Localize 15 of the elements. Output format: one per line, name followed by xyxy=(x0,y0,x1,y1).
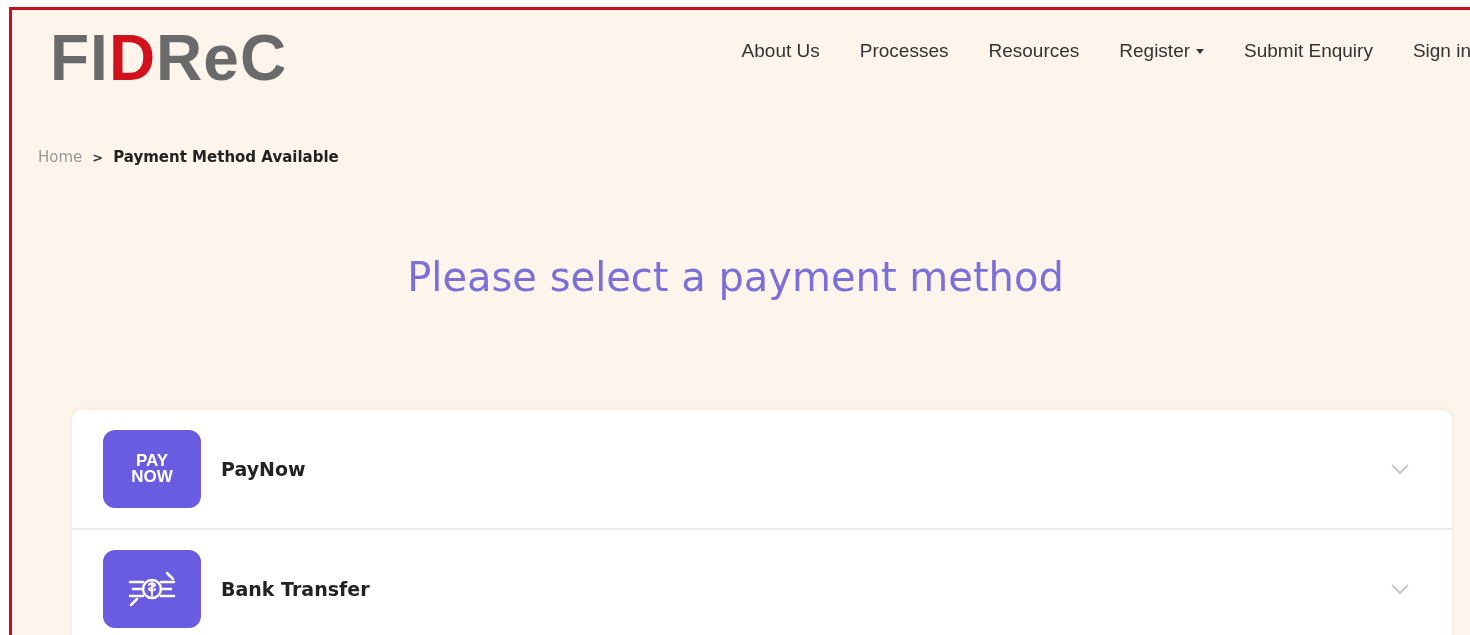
nav-link[interactable]: Sign in xyxy=(1412,40,1470,62)
payment-method-row[interactable]: PAY NOW PayNow xyxy=(72,410,1452,530)
breadcrumb-separator: > xyxy=(92,149,104,165)
nav-link[interactable]: Register xyxy=(1119,40,1205,62)
page-heading: Please select a payment method xyxy=(406,254,1065,300)
money-transfer-icon xyxy=(103,550,201,628)
breadcrumb-current: Payment Method Available xyxy=(113,148,339,166)
nav-link[interactable]: Resources xyxy=(988,40,1080,62)
payment-method-row[interactable]: Bank Transfer xyxy=(72,530,1452,635)
nav-link[interactable]: About Us xyxy=(741,40,820,62)
caret-icon xyxy=(1196,48,1205,54)
paynow-logo: PAY NOW xyxy=(103,430,201,508)
logo[interactable]: FIDReC xyxy=(50,26,288,90)
nav-link[interactable]: Processes xyxy=(859,40,949,62)
nav-link[interactable]: Submit Enquiry xyxy=(1244,40,1373,62)
